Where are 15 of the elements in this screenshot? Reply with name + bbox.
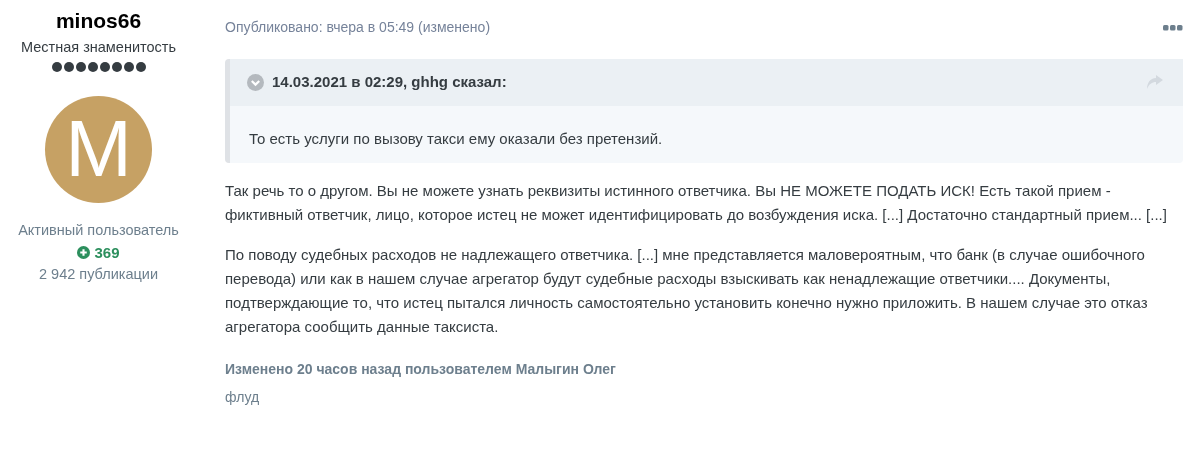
- reputation-count: 369: [94, 242, 120, 263]
- username-link[interactable]: minos66: [55, 8, 142, 34]
- chevron-circle-icon[interactable]: [247, 73, 264, 91]
- share-arrow-icon[interactable]: [1147, 75, 1163, 90]
- quote-citation: 14.03.2021 в 02:29, ghhg сказал:: [272, 72, 507, 92]
- post-paragraph: Так речь то о другом. Вы не можете узнать реквизиты истинного ответчика. Вы НЕ МОЖЕТЕ ПОДАТЬ ИСК! Есть такой прием - фиктивный ответчик, лицо, которое истец не может идентифицировать до возбуждения иска. [...] Достаточно стандартный прием... [...]: [225, 181, 1168, 225]
- edit-reason: флуд: [225, 388, 261, 407]
- member-group: Активный пользователь: [18, 219, 179, 242]
- post-paragraph: По поводу судебных расходов не надлежащего ответчика. [...] мне представляется маловероятным, что банк (в случае ошибочного перевода) или как в нашем случае агрегатор будут судебные расходы взыскивать как ненадлежащие ответчики.... Документы, подтверждающие то, что истец пытался личность самостоятельно установить конечно нужно приложить. В нашем случае это отказ агрегатора сообщить данные таксиста.: [225, 245, 1149, 337]
- post-date: Опубликовано: вчера в 05:49 (изменено): [225, 17, 491, 37]
- member-title: Местная знаменитость: [21, 38, 176, 58]
- edit-notice: Изменено 20 часов назад пользователем Малыгин Олег: [225, 360, 617, 379]
- post-count: 2 942 публикации: [39, 265, 158, 285]
- plus-circle-icon: [77, 246, 91, 260]
- quote-text: То есть услуги по вызову такси ему оказали без претензий.: [248, 128, 664, 149]
